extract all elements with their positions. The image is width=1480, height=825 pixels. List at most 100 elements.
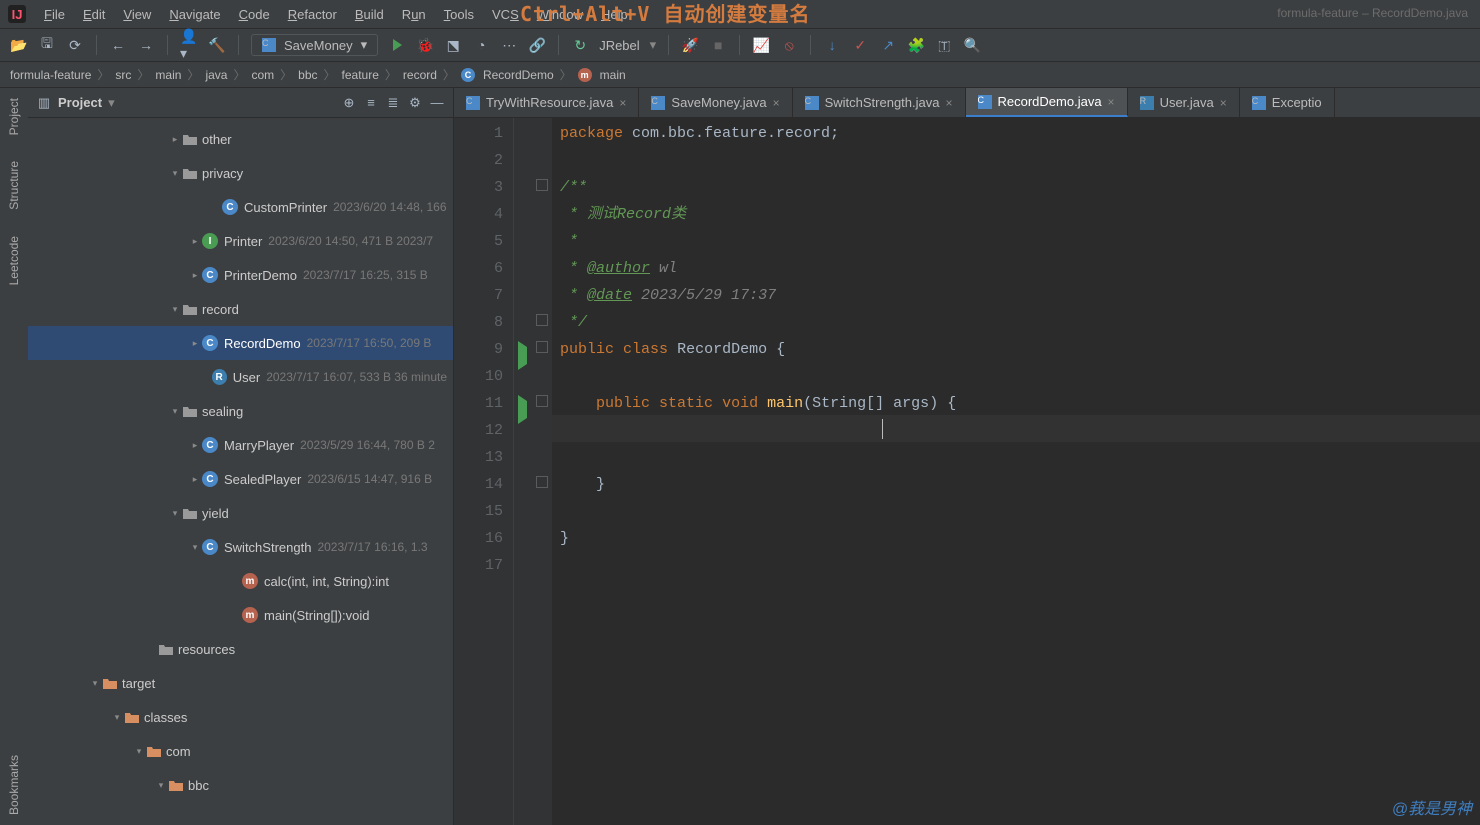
fold-marker-icon[interactable] (536, 395, 548, 407)
expand-arrow-icon[interactable]: ▾ (110, 712, 124, 723)
push-icon[interactable]: ↗ (879, 36, 897, 54)
code-content[interactable]: package com.bbc.feature.record; /** * 测试… (552, 118, 1480, 825)
people-icon[interactable]: 👤▾ (180, 36, 198, 54)
tree-item-other[interactable]: ▸other (28, 122, 453, 156)
tree-item-resources[interactable]: resources (28, 632, 453, 666)
expand-arrow-icon[interactable]: ▾ (188, 542, 202, 553)
editor-tab-savemoney-java[interactable]: CSaveMoney.java× (639, 88, 792, 117)
crumb[interactable]: bbc (298, 68, 317, 82)
tree-item-calc-int-int-string-int[interactable]: mcalc(int, int, String):int (28, 564, 453, 598)
tree-item-user[interactable]: RUser2023/7/17 16:07, 533 B 36 minute (28, 360, 453, 394)
expand-arrow-icon[interactable]: ▾ (168, 508, 182, 519)
back-icon[interactable]: ← (109, 36, 127, 54)
expand-arrow-icon[interactable]: ▾ (154, 780, 168, 791)
build-icon[interactable]: 🔨 (208, 36, 226, 54)
run-config-selector[interactable]: C SaveMoney ▾ (251, 34, 378, 56)
crumb[interactable]: java (205, 68, 227, 82)
more-run-icon[interactable]: ⋯ (500, 36, 518, 54)
menu-file[interactable]: File (44, 7, 65, 22)
crumb-class[interactable]: RecordDemo (483, 68, 554, 82)
fold-marker-icon[interactable] (536, 314, 548, 326)
menu-code[interactable]: Code (239, 7, 270, 22)
puzzle-icon[interactable]: 🧩 (907, 36, 925, 54)
tree-item-switchstrength[interactable]: ▾CSwitchStrength2023/7/17 16:16, 1.3 (28, 530, 453, 564)
tree-item-marryplayer[interactable]: ▸CMarryPlayer2023/5/29 16:44, 780 B 2 (28, 428, 453, 462)
crumb-method[interactable]: main (600, 68, 626, 82)
stats-icon[interactable]: 📈 (752, 36, 770, 54)
close-tab-icon[interactable]: × (945, 96, 952, 110)
close-tab-icon[interactable]: × (1108, 95, 1115, 109)
close-tab-icon[interactable]: × (773, 96, 780, 110)
fold-marker-icon[interactable] (536, 476, 548, 488)
tree-item-main-string-void[interactable]: mmain(String[]):void (28, 598, 453, 632)
menu-vcs[interactable]: VCS (492, 7, 519, 22)
editor-tab-exceptio[interactable]: CExceptio (1240, 88, 1335, 117)
forward-icon[interactable]: → (137, 36, 155, 54)
menu-view[interactable]: View (123, 7, 151, 22)
settings-icon[interactable]: ⚙ (407, 95, 423, 111)
crumb[interactable]: src (115, 68, 131, 82)
tool-tab-structure[interactable]: Structure (7, 161, 21, 210)
expand-arrow-icon[interactable]: ▸ (188, 440, 202, 451)
run-line-marker-icon[interactable] (518, 342, 527, 369)
profile-icon[interactable]: ◔ (472, 36, 490, 54)
locate-file-icon[interactable]: ⊕ (341, 95, 357, 111)
collapse-all-icon[interactable]: ≣ (385, 95, 401, 111)
block-icon[interactable]: ⦸ (780, 36, 798, 54)
menu-tools[interactable]: Tools (444, 7, 474, 22)
crumb[interactable]: record (403, 68, 437, 82)
stop-icon[interactable]: ■ (709, 36, 727, 54)
editor-tab-trywithresource-java[interactable]: CTryWithResource.java× (454, 88, 639, 117)
menu-build[interactable]: Build (355, 7, 384, 22)
tree-item-customprinter[interactable]: CCustomPrinter2023/6/20 14:48, 166 (28, 190, 453, 224)
debug-icon[interactable]: 🐞 (416, 36, 434, 54)
editor-tab-switchstrength-java[interactable]: CSwitchStrength.java× (793, 88, 966, 117)
chevron-down-icon[interactable]: ▾ (650, 37, 657, 53)
rocket-icon[interactable]: 🚀 (681, 36, 699, 54)
translate-icon[interactable]: 🇹 (935, 36, 953, 54)
sync-icon[interactable]: ⟳ (66, 36, 84, 54)
project-view-icon[interactable]: ▥ (36, 95, 52, 111)
expand-arrow-icon[interactable]: ▸ (188, 270, 202, 281)
menu-edit[interactable]: Edit (83, 7, 105, 22)
tree-item-target[interactable]: ▾target (28, 666, 453, 700)
close-tab-icon[interactable]: × (619, 96, 626, 110)
tree-item-record[interactable]: ▾record (28, 292, 453, 326)
hide-icon[interactable]: — (429, 95, 445, 111)
tree-item-printer[interactable]: ▸IPrinter2023/6/20 14:50, 471 B 2023/7 (28, 224, 453, 258)
tree-item-privacy[interactable]: ▾privacy (28, 156, 453, 190)
tree-item-com[interactable]: ▾com (28, 734, 453, 768)
save-all-icon[interactable]: 🖫 (38, 36, 56, 54)
tree-item-recorddemo[interactable]: ▸CRecordDemo2023/7/17 16:50, 209 B (28, 326, 453, 360)
expand-arrow-icon[interactable]: ▾ (132, 746, 146, 757)
chevron-down-icon[interactable]: ▾ (108, 95, 115, 111)
crumb[interactable]: com (251, 68, 274, 82)
coverage-icon[interactable]: ⬔ (444, 36, 462, 54)
editor-tab-recorddemo-java[interactable]: CRecordDemo.java× (966, 88, 1128, 117)
run-line-marker-icon[interactable] (518, 396, 527, 423)
tree-item-classes[interactable]: ▾classes (28, 700, 453, 734)
menu-window[interactable]: Window (537, 7, 583, 22)
editor-tab-user-java[interactable]: RUser.java× (1128, 88, 1240, 117)
crumb[interactable]: main (155, 68, 181, 82)
menu-run[interactable]: Run (402, 7, 426, 22)
tree-item-sealing[interactable]: ▾sealing (28, 394, 453, 428)
tree-item-printerdemo[interactable]: ▸CPrinterDemo2023/7/17 16:25, 315 B (28, 258, 453, 292)
search-icon[interactable]: 🔍 (963, 36, 981, 54)
crumb[interactable]: feature (342, 68, 379, 82)
tree-item-sealedplayer[interactable]: ▸CSealedPlayer2023/6/15 14:47, 916 B (28, 462, 453, 496)
tree-item-yield[interactable]: ▾yield (28, 496, 453, 530)
tool-tab-bookmarks[interactable]: Bookmarks (7, 755, 21, 815)
tool-tab-project[interactable]: Project (7, 98, 21, 135)
expand-arrow-icon[interactable]: ▾ (168, 168, 182, 179)
expand-arrow-icon[interactable]: ▾ (88, 678, 102, 689)
project-tree[interactable]: ▸other▾privacyCCustomPrinter2023/6/20 14… (28, 118, 453, 825)
close-tab-icon[interactable]: × (1220, 96, 1227, 110)
crumb-root[interactable]: formula-feature (10, 68, 91, 82)
fold-marker-icon[interactable] (536, 341, 548, 353)
expand-arrow-icon[interactable]: ▸ (188, 338, 202, 349)
tool-tab-leetcode[interactable]: Leetcode (7, 236, 21, 285)
expand-arrow-icon[interactable]: ▸ (188, 236, 202, 247)
tree-item-bbc[interactable]: ▾bbc (28, 768, 453, 802)
menu-help[interactable]: Help (601, 7, 628, 22)
